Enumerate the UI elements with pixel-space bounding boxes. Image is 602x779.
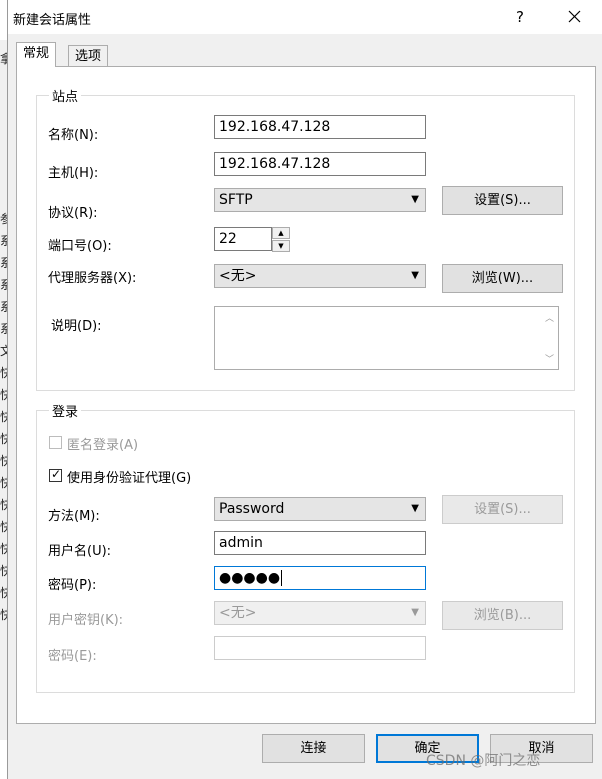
password-value: ●●●●● bbox=[219, 570, 281, 586]
port-label: 端口号(O): bbox=[48, 239, 112, 254]
spin-up-icon[interactable]: ▲ bbox=[272, 227, 290, 239]
site-group-title: 站点 bbox=[49, 86, 82, 105]
username-label: 用户名(U): bbox=[48, 544, 112, 559]
connect-button[interactable]: 连接 bbox=[262, 734, 365, 763]
session-properties-dialog: 新建会话属性 ? 常规 选项 站点 名称(N): 主机(H): 协议(R): S… bbox=[7, 0, 602, 779]
method-settings-button[interactable]: 设置(S)... bbox=[442, 495, 563, 524]
close-button[interactable] bbox=[558, 4, 590, 30]
method-select[interactable]: Password ▼ bbox=[214, 497, 426, 521]
port-field[interactable] bbox=[214, 227, 272, 251]
user-key-browse-button[interactable]: 浏览(B)... bbox=[442, 601, 563, 630]
method-label: 方法(M): bbox=[48, 509, 100, 524]
proxy-label: 代理服务器(X): bbox=[48, 271, 137, 286]
protocol-select[interactable]: SFTP ▼ bbox=[214, 188, 426, 212]
login-group-title: 登录 bbox=[49, 401, 82, 420]
use-agent-label: 使用身份验证代理(G) bbox=[67, 471, 192, 486]
passphrase-label: 密码(E): bbox=[48, 649, 97, 664]
anonymous-checkbox[interactable] bbox=[49, 436, 62, 449]
tab-panel-general: 站点 名称(N): 主机(H): 协议(R): SFTP ▼ 设置(S)... … bbox=[16, 66, 596, 724]
password-field[interactable]: ●●●●● bbox=[214, 566, 426, 590]
scroll-up-icon[interactable]: ︿ bbox=[545, 311, 554, 324]
protocol-label: 协议(R): bbox=[48, 206, 98, 221]
tab-general[interactable]: 常规 bbox=[16, 42, 57, 67]
chevron-down-icon: ▼ bbox=[411, 607, 419, 618]
scroll-down-icon[interactable]: ﹀ bbox=[545, 352, 554, 365]
title-bar: 新建会话属性 ? bbox=[8, 0, 602, 34]
use-agent-checkbox[interactable]: ✓ bbox=[49, 467, 62, 482]
protocol-value: SFTP bbox=[219, 192, 253, 208]
window-title: 新建会话属性 bbox=[13, 13, 92, 28]
name-field[interactable] bbox=[214, 115, 426, 139]
passphrase-field[interactable] bbox=[214, 636, 426, 660]
description-label: 说明(D): bbox=[51, 319, 102, 334]
host-label: 主机(H): bbox=[48, 166, 99, 181]
user-key-label: 用户密钥(K): bbox=[48, 613, 124, 628]
password-label: 密码(P): bbox=[48, 578, 97, 593]
tab-options[interactable]: 选项 bbox=[68, 45, 109, 68]
description-textarea[interactable]: ︿ ﹀ bbox=[214, 306, 559, 370]
user-key-value: <无> bbox=[219, 605, 257, 621]
close-icon bbox=[568, 10, 581, 23]
protocol-settings-button[interactable]: 设置(S)... bbox=[442, 186, 563, 215]
name-label: 名称(N): bbox=[48, 128, 99, 143]
check-icon: ✓ bbox=[51, 467, 62, 481]
proxy-value: <无> bbox=[219, 268, 257, 284]
proxy-select[interactable]: <无> ▼ bbox=[214, 264, 426, 288]
spin-down-icon[interactable]: ▼ bbox=[272, 240, 290, 252]
chevron-down-icon: ▼ bbox=[411, 194, 419, 205]
host-field[interactable] bbox=[214, 152, 426, 176]
chevron-down-icon: ▼ bbox=[411, 270, 419, 281]
help-button[interactable]: ? bbox=[505, 6, 535, 28]
username-field[interactable] bbox=[214, 531, 426, 555]
text-caret bbox=[281, 570, 283, 586]
proxy-browse-button[interactable]: 浏览(W)... bbox=[442, 264, 563, 293]
anonymous-label: 匿名登录(A) bbox=[67, 438, 139, 453]
user-key-select[interactable]: <无> ▼ bbox=[214, 601, 426, 625]
watermark: CSDN @阿门之恋 bbox=[426, 753, 541, 769]
method-value: Password bbox=[219, 501, 285, 517]
port-spinner[interactable]: ▲ ▼ bbox=[272, 227, 290, 253]
chevron-down-icon: ▼ bbox=[411, 503, 419, 514]
